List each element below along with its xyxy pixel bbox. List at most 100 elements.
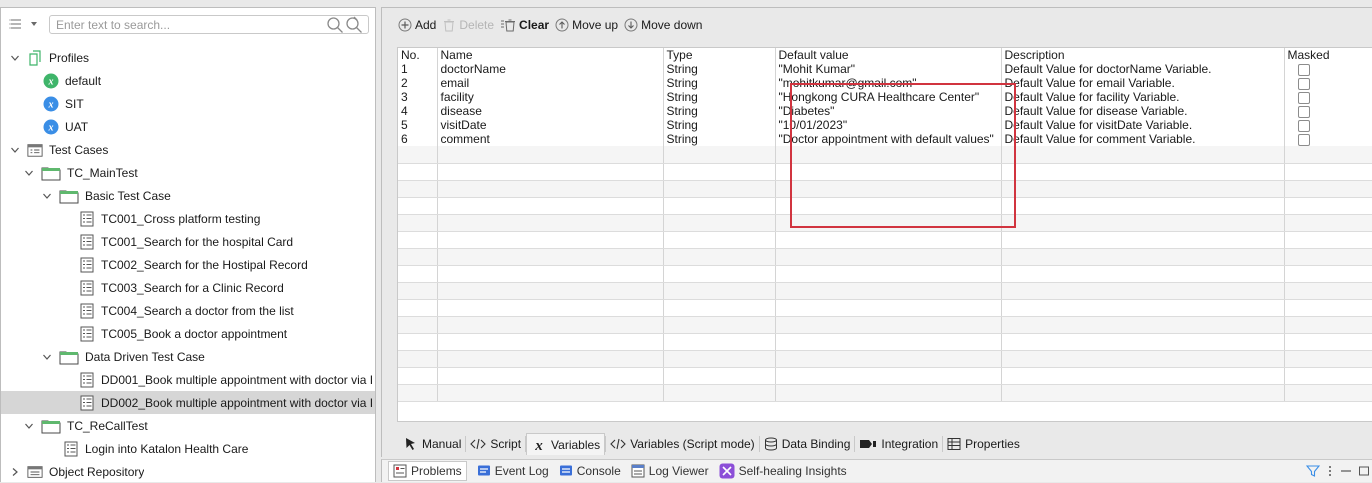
move-down-button[interactable]: Move down (624, 15, 702, 35)
column-header-description[interactable]: Description (1001, 48, 1285, 62)
cell-type[interactable]: String (663, 90, 776, 104)
filter-icon[interactable] (1305, 464, 1321, 481)
move-up-button[interactable]: Move up (555, 15, 618, 35)
cell-name[interactable]: facility (437, 90, 664, 104)
tree-node[interactable]: TC_ReCallTest (1, 414, 375, 437)
bottom-tab[interactable]: Self-healing Insights (719, 463, 847, 479)
chevron-down-icon[interactable] (41, 190, 53, 202)
column-header-default-value[interactable]: Default value (775, 48, 1002, 62)
chevron-down-icon[interactable] (41, 351, 53, 363)
tree-node[interactable]: TC005_Book a doctor appointment (1, 322, 375, 345)
chevron-down-icon[interactable] (9, 52, 21, 64)
search-icon[interactable] (326, 16, 344, 34)
masked-checkbox[interactable] (1297, 105, 1310, 118)
cell-no[interactable]: 3 (398, 90, 438, 104)
tree-node[interactable]: Test Cases (1, 138, 375, 161)
column-header-no[interactable]: No. (398, 48, 438, 62)
editor-tab[interactable]: Script (466, 433, 525, 455)
tree-node[interactable]: TC_MainTest (1, 161, 375, 184)
editor-tab[interactable]: Integration (855, 433, 942, 455)
dropdown-arrow-icon[interactable] (27, 17, 41, 31)
cell-description[interactable]: Default Value for comment Variable. (1001, 132, 1285, 146)
tree-node[interactable]: Basic Test Case (1, 184, 375, 207)
chevron-down-icon[interactable] (23, 420, 35, 432)
cell-default-value[interactable]: "Mohit Kumar" (775, 62, 1002, 76)
editor-tab[interactable]: Variables (Script mode) (606, 433, 759, 455)
table-row[interactable]: 1 doctorName String "Mohit Kumar" Default Va… (398, 62, 1372, 76)
cell-default-value[interactable]: "Doctor appointment with default values" (775, 132, 1002, 146)
table-row[interactable]: 5 visitDate String "10/01/2023" Default Valu… (398, 118, 1372, 132)
bottom-tab[interactable]: Log Viewer (631, 464, 709, 478)
cell-no[interactable]: 4 (398, 104, 438, 118)
maximize-icon[interactable] (1358, 464, 1370, 481)
bottom-tab[interactable]: Problems (388, 461, 467, 481)
cell-description[interactable]: Default Value for facility Variable. (1001, 90, 1285, 104)
table-row[interactable]: 2 email String "mohitkumar@gmail.com" Defaul… (398, 76, 1372, 90)
cell-type[interactable]: String (663, 118, 776, 132)
tree-node[interactable]: x UAT (1, 115, 375, 138)
cell-name[interactable]: email (437, 76, 664, 90)
cell-type[interactable]: String (663, 132, 776, 146)
masked-checkbox[interactable] (1297, 63, 1310, 76)
cell-description[interactable]: Default Value for email Variable. (1001, 76, 1285, 90)
cell-name[interactable]: doctorName (437, 62, 664, 76)
column-header-masked[interactable]: Masked (1284, 48, 1372, 62)
tree-node[interactable]: DD001_Book multiple appointment with doc… (1, 368, 375, 391)
bottom-tab[interactable]: Console (559, 464, 621, 478)
tree-node[interactable]: TC001_Search for the hospital Card (1, 230, 375, 253)
clear-variables-button[interactable]: Clear (500, 15, 549, 35)
tree-node[interactable]: Profiles (1, 46, 375, 69)
add-variable-button[interactable]: Add (398, 15, 436, 35)
masked-checkbox[interactable] (1297, 91, 1310, 104)
tree-node[interactable]: DD002_Book multiple appointment with doc… (1, 391, 375, 414)
delete-variable-button[interactable]: Delete (442, 15, 494, 35)
tree-node[interactable]: x SIT (1, 92, 375, 115)
tree-node[interactable]: Data Driven Test Case (1, 345, 375, 368)
explorer-search-input[interactable] (49, 15, 369, 34)
cell-name[interactable]: disease (437, 104, 664, 118)
cell-type[interactable]: String (663, 62, 776, 76)
tree-node[interactable]: TC002_Search for the Hostipal Record (1, 253, 375, 276)
cell-default-value[interactable]: "10/01/2023" (775, 118, 1002, 132)
masked-checkbox[interactable] (1297, 77, 1310, 90)
masked-checkbox[interactable] (1297, 119, 1310, 132)
chevron-right-icon[interactable] (9, 466, 21, 478)
column-header-name[interactable]: Name (437, 48, 664, 62)
tree-node[interactable]: x default (1, 69, 375, 92)
tree-node[interactable]: Login into Katalon Health Care (1, 437, 375, 460)
cell-no[interactable]: 2 (398, 76, 438, 90)
editor-tab[interactable]: Manual (400, 433, 465, 455)
editor-tab[interactable]: x Variables (526, 433, 606, 455)
tree-node[interactable]: Object Repository (1, 460, 375, 483)
tree-node[interactable]: TC003_Search for a Clinic Record (1, 276, 375, 299)
cell-name[interactable]: comment (437, 132, 664, 146)
cell-name[interactable]: visitDate (437, 118, 664, 132)
cell-default-value[interactable]: "Diabetes" (775, 104, 1002, 118)
cell-description[interactable]: Default Value for disease Variable. (1001, 104, 1285, 118)
cell-default-value[interactable]: "mohitkumar@gmail.com" (775, 76, 1002, 90)
chevron-down-icon[interactable] (23, 167, 35, 179)
cell-no[interactable]: 5 (398, 118, 438, 132)
table-row[interactable]: 3 facility String "Hongkong CURA Healthcare… (398, 90, 1372, 104)
masked-checkbox[interactable] (1297, 133, 1310, 146)
tree-node[interactable]: TC004_Search a doctor from the list (1, 299, 375, 322)
editor-tab[interactable]: Data Binding (760, 433, 855, 455)
cell-no[interactable]: 1 (398, 62, 438, 76)
bottom-tab[interactable]: Event Log (477, 464, 549, 478)
cell-no[interactable]: 6 (398, 132, 438, 146)
table-row[interactable]: 6 comment String "Doctor appointment with d… (398, 132, 1372, 146)
view-menu-icon[interactable] (1326, 464, 1334, 481)
cell-description[interactable]: Default Value for doctorName Variable. (1001, 62, 1285, 76)
chevron-down-icon[interactable] (9, 144, 21, 156)
editor-tab[interactable]: Properties (943, 433, 1024, 455)
cell-type[interactable]: String (663, 76, 776, 90)
cell-description[interactable]: Default Value for visitDate Variable. (1001, 118, 1285, 132)
cell-type[interactable]: String (663, 104, 776, 118)
column-header-type[interactable]: Type (663, 48, 776, 62)
cell-default-value[interactable]: "Hongkong CURA Healthcare Center" (775, 90, 1002, 104)
tree-node[interactable]: TC001_Cross platform testing (1, 207, 375, 230)
advanced-search-icon[interactable] (345, 16, 363, 34)
table-row[interactable]: 4 disease String "Diabetes" Default Value fo… (398, 104, 1372, 118)
filter-list-icon[interactable] (9, 17, 23, 31)
minimize-icon[interactable] (1340, 464, 1352, 481)
